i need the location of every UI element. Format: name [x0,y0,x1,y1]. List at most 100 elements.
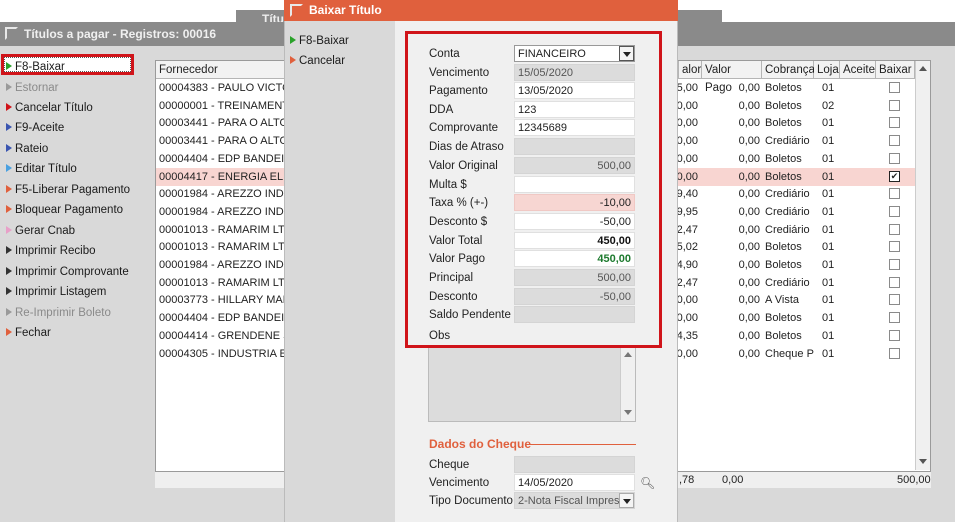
cheque-vencimento-field[interactable]: 14/05/2020 [514,474,635,491]
menu-item-rateio[interactable]: Rateio [6,139,48,159]
baixar-checkbox[interactable] [889,205,900,217]
cheque-field [514,456,635,473]
menu-item-f9-aceite[interactable]: F9-Aceite [6,118,64,138]
background-window-title: Títulos a pagar - Registros: 00016 [24,27,217,41]
cell-valor: 2,47 [676,276,698,289]
dialog-title-bar: Baixar Título [284,0,678,21]
menu-item-cancelar-t-tulo[interactable]: Cancelar Título [6,98,93,118]
column-header-baixar[interactable]: Baixar [876,61,915,79]
cell-valor-pago: 0,00 [738,117,760,130]
cell-fornecedor: 00001984 - AREZZO INDU [159,205,284,218]
menu-item-label: Rateio [15,143,49,155]
cell-valor: 5,00 [676,82,698,94]
dialog-f8-baixar-button[interactable]: F8-Baixar [290,31,349,51]
obs-textarea[interactable] [428,346,636,422]
cell-valor-pago: 0,00 [738,188,760,201]
cell-valor: 0,00 [676,312,698,325]
menu-item-estornar: Estornar [6,78,58,98]
menu-item-label: Fechar [15,327,51,339]
cell-loja: 01 [822,117,835,130]
cell-fornecedor: 00004404 - EDP BANDEIRA [159,312,284,325]
cell-fornecedor: 00001013 - RAMARIM LTD [159,241,284,254]
menu-item-label: Cancelar Título [15,102,93,114]
dialog-cancelar-button[interactable]: Cancelar [290,51,345,71]
cell-valor: 2,47 [676,223,698,236]
cell-valor: 0,00 [676,294,698,307]
cell-cobranca: Cheque P [765,347,814,360]
menu-item-imprimir-recibo[interactable]: Imprimir Recibo [6,241,96,261]
cell-valor: 9,95 [676,205,698,218]
baixar-checkbox[interactable] [889,259,900,270]
cell-valor-pago: 0,00 [738,312,760,325]
obs-scrollbar[interactable] [620,347,635,421]
baixar-checkbox[interactable] [889,117,900,129]
menu-item-editar-t-tulo[interactable]: Editar Título [6,159,77,179]
cell-fornecedor: 00004417 - ENERGIA ELET [159,170,284,183]
baixar-checkbox[interactable] [889,347,900,359]
cell-loja: 01 [822,223,835,236]
baixar-checkbox[interactable] [889,223,900,235]
cell-loja: 01 [822,347,835,360]
dialog-action-panel [285,21,395,522]
cell-valor-pago: 0,00 [738,135,760,148]
dialog-cancelar-label: Cancelar [299,55,346,67]
column-header-aceite[interactable]: Aceite [840,61,876,79]
cell-cobranca: Boletos [765,170,802,183]
baixar-checkbox[interactable] [889,135,900,147]
cell-cobranca: Boletos [765,241,802,254]
play-icon [6,83,12,91]
scroll-down-arrow-icon[interactable] [919,459,927,464]
tipo-documento-select[interactable]: 2-Nota Fiscal Impres [514,492,635,509]
play-icon [290,56,296,64]
play-icon [6,144,12,152]
scroll-up-arrow-icon[interactable] [624,352,632,357]
baixar-checkbox[interactable] [889,82,900,93]
cell-loja: 01 [822,259,835,271]
search-icon[interactable]: 🔍︎ [640,476,655,490]
baixar-checkbox[interactable] [889,276,900,288]
baixar-checkbox[interactable] [889,99,900,111]
scroll-up-arrow-icon[interactable] [919,66,927,71]
scroll-down-arrow-icon[interactable] [624,410,632,415]
menu-item-imprimir-comprovante[interactable]: Imprimir Comprovante [6,262,129,282]
baixar-checkbox[interactable] [889,294,900,306]
cell-cobranca: Boletos [765,82,802,94]
baixar-checkbox[interactable] [889,312,900,324]
cell-loja: 01 [822,170,835,183]
column-header-cobranca[interactable]: Cobrança [762,61,815,79]
cell-valor: 4,35 [676,329,698,342]
menu-item-bloquear-pagamento[interactable]: Bloquear Pagamento [6,200,123,220]
baixar-checkbox[interactable] [889,188,900,200]
chevron-down-icon[interactable] [619,493,634,508]
baixar-checkbox[interactable] [889,241,900,253]
menu-item-imprimir-listagem[interactable]: Imprimir Listagem [6,282,106,302]
menu-item-label: Imprimir Comprovante [15,266,129,278]
play-icon [6,267,12,275]
column-header-valor[interactable]: alor [679,61,702,79]
cell-cobranca: A Vista [765,294,800,307]
baixar-checkbox[interactable]: ✔ [889,170,900,182]
baixar-checkbox[interactable] [889,152,900,164]
cell-valor-pago: 0,00 [738,259,760,271]
menu-item-gerar-cnab[interactable]: Gerar Cnab [6,221,75,241]
column-header-valor-pago[interactable]: Valor Pago [702,61,762,94]
column-header-loja[interactable]: Loja [814,61,840,79]
menu-item-label: Re-Imprimir Boleto [15,307,111,319]
cell-valor-pago: 0,00 [738,347,760,360]
footer-valor-pago: 0,00 [722,474,744,486]
cell-loja: 01 [822,312,835,325]
play-icon [6,205,12,213]
highlight-box-payment-fields [405,31,662,348]
grid-vertical-scrollbar[interactable] [915,61,930,470]
dialog-window-icon [290,4,303,17]
cell-valor-pago: 0,00 [738,82,760,94]
dialog-f8-baixar-label: F8-Baixar [299,35,349,47]
baixar-checkbox[interactable] [889,329,900,341]
play-icon [6,185,12,193]
cell-cobranca: Crediário [765,205,810,218]
menu-item-fechar[interactable]: Fechar [6,323,51,343]
dialog-title: Baixar Título [309,3,382,17]
cell-fornecedor: 00001984 - AREZZO INDU [159,188,284,201]
cell-fornecedor: 00004383 - PAULO VICTO [159,82,284,94]
menu-item-f5-liberar-pagamento[interactable]: F5-Liberar Pagamento [6,180,130,200]
